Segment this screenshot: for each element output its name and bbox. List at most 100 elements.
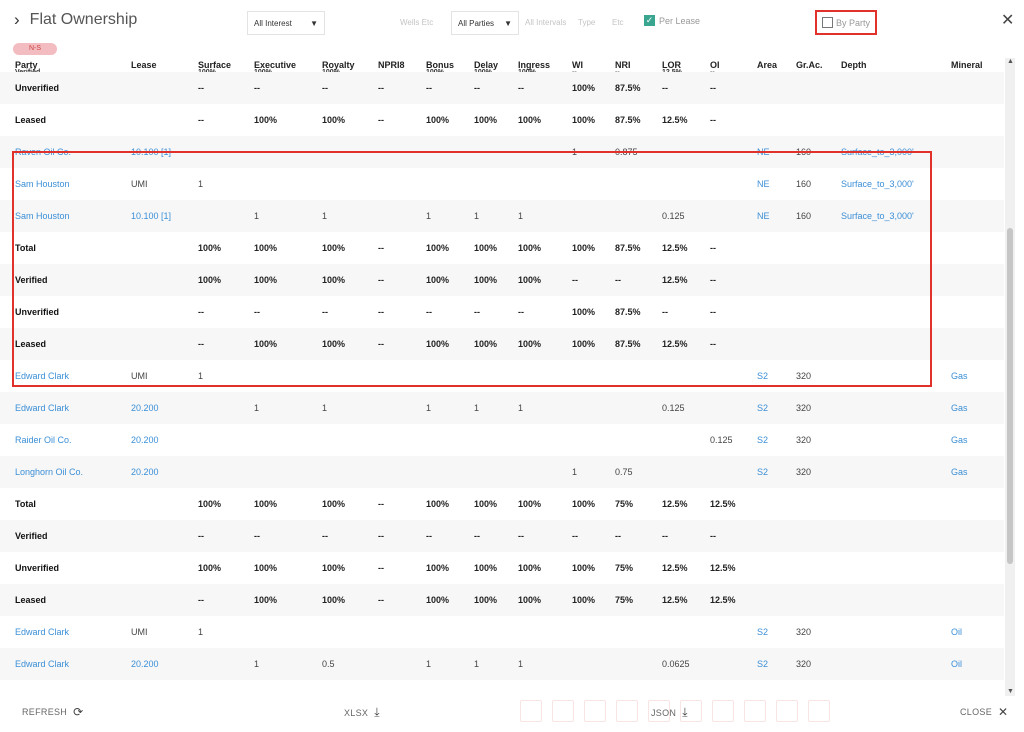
surface-cell: 100% (198, 275, 222, 285)
interest-select[interactable]: All Interest ▼ (247, 11, 325, 35)
wi-cell: 100% (572, 339, 596, 349)
area-cell[interactable]: S2 (757, 360, 768, 392)
nri-cell: 75% (615, 499, 634, 509)
column-header-area[interactable]: Area (757, 60, 777, 72)
area-cell[interactable]: S2 (757, 424, 768, 456)
party-cell[interactable]: Edward Clark (15, 616, 69, 648)
party-cell[interactable]: Edward Clark (15, 648, 69, 680)
gr-ac-cell: 320 (796, 435, 812, 445)
lease-cell[interactable]: 20.200 (131, 424, 159, 456)
party-cell[interactable]: Edward Clark (15, 360, 69, 392)
oi-cell: 12.5% (710, 563, 736, 573)
summary-row: Leased -- 100% 100% -- 100% 100% 100% 100% 87.5% 1… (0, 328, 1004, 360)
area-cell[interactable]: NE (757, 136, 770, 168)
summary-row: Leased -- 100% 100% -- 100% 100% 100% 100% 75% 12.… (0, 584, 1004, 616)
bonus-cell: 100% (426, 275, 450, 285)
mineral-cell[interactable]: Gas (951, 456, 968, 488)
party-cell[interactable]: Sam Houston (15, 168, 70, 200)
column-header-depth[interactable]: Depth (841, 60, 867, 72)
by-party-toggle[interactable]: By Party (815, 10, 877, 35)
lease-cell[interactable]: 10.100 [1] (131, 200, 171, 232)
checkbox-unchecked-icon[interactable] (822, 17, 833, 28)
lease-cell[interactable]: 10.100 [1] (131, 136, 171, 168)
checkbox-checked-icon[interactable]: ✓ (644, 15, 655, 26)
depth-cell[interactable]: Surface_to_3,000' (841, 200, 914, 232)
column-header-bonus[interactable]: Bonus100% (426, 60, 454, 72)
area-cell[interactable]: NE (757, 200, 770, 232)
lease-cell[interactable]: 20.200 (131, 456, 159, 488)
royalty-cell: 1 (322, 403, 328, 413)
column-header-wi[interactable]: WI-- (572, 60, 583, 72)
oi-cell: 12.5% (710, 595, 736, 605)
ingress-cell: 1 (518, 403, 524, 413)
delay-cell: 100% (474, 275, 498, 285)
area-cell[interactable]: S2 (757, 648, 768, 680)
scrollbar-thumb[interactable] (1007, 228, 1013, 564)
json-button[interactable]: JSON ⤓ (651, 705, 688, 720)
column-header-delay[interactable]: Delay100% (474, 60, 498, 72)
ingress-cell: -- (518, 83, 524, 93)
lor-cell: -- (662, 83, 668, 93)
mineral-cell[interactable]: Gas (951, 424, 968, 456)
nri-cell: -- (615, 531, 621, 541)
party-cell[interactable]: Sam Houston (15, 200, 70, 232)
column-header-party[interactable]: PartyVerified (15, 60, 40, 72)
column-header-nri[interactable]: NRI-- (615, 60, 631, 72)
column-header-surface[interactable]: Surface100% (198, 60, 231, 72)
area-cell[interactable]: S2 (757, 616, 768, 648)
lor-cell: 12.5% (662, 243, 688, 253)
depth-cell[interactable]: Surface_to_3,000' (841, 168, 914, 200)
chevron-right-icon[interactable]: › (14, 10, 20, 30)
lease-cell[interactable]: 20.200 (131, 648, 159, 680)
close-icon[interactable]: ✕ (1001, 10, 1014, 30)
scroll-down-icon[interactable]: ▼ (1007, 688, 1014, 695)
json-label: JSON (651, 707, 677, 718)
column-header-lor[interactable]: LOR12.5% (662, 60, 682, 72)
executive-cell: 100% (254, 243, 278, 253)
title-group: › Flat Ownership (14, 10, 137, 30)
bonus-cell: 1 (426, 659, 432, 669)
column-header-oi[interactable]: OI-- (710, 60, 720, 72)
column-header-lease[interactable]: Lease (131, 60, 157, 72)
refresh-button[interactable]: REFRESH ⟳ (22, 705, 83, 719)
parties-select[interactable]: All Parties ▼ (451, 11, 519, 35)
mineral-cell[interactable]: Gas (951, 392, 968, 424)
column-header-label: Depth (841, 60, 867, 70)
close-label: CLOSE (960, 707, 993, 717)
xlsx-button[interactable]: XLSX ⤓ (344, 705, 380, 720)
delay-cell: -- (474, 307, 480, 317)
area-cell[interactable]: S2 (757, 392, 768, 424)
close-button[interactable]: CLOSE ✕ (960, 705, 1008, 719)
by-party-label: By Party (836, 17, 871, 28)
column-header-npri8[interactable]: NPRI8 (378, 60, 405, 72)
area-cell[interactable]: S2 (757, 456, 768, 488)
party-cell[interactable]: Longhorn Oil Co. (15, 456, 83, 488)
party-cell[interactable]: Raider Oil Co. (15, 424, 72, 456)
depth-cell[interactable]: Surface_to_3,000' (841, 136, 914, 168)
per-lease-toggle[interactable]: ✓ Per Lease (644, 15, 700, 26)
close-icon: ✕ (998, 705, 1009, 719)
column-header-gr-ac[interactable]: Gr.Ac. (796, 60, 823, 72)
scroll-up-icon[interactable]: ▲ (1007, 58, 1014, 65)
mineral-cell[interactable]: Oil (951, 616, 962, 648)
surface-cell: -- (198, 339, 204, 349)
party-cell[interactable]: Edward Clark (15, 392, 69, 424)
mineral-cell[interactable]: Oil (951, 648, 962, 680)
column-header-label: Gr.Ac. (796, 60, 823, 70)
oi-cell: 12.5% (710, 499, 736, 509)
column-header-executive[interactable]: Executive100% (254, 60, 296, 72)
lease-cell[interactable]: 20.200 (131, 392, 159, 424)
column-header-ingress[interactable]: Ingress100% (518, 60, 550, 72)
executive-cell: 100% (254, 115, 278, 125)
delay-cell: -- (474, 83, 480, 93)
column-header-royalty[interactable]: Royalty100% (322, 60, 355, 72)
delay-cell: 100% (474, 115, 498, 125)
npri8-cell: -- (378, 115, 384, 125)
party-cell[interactable]: Raven Oil Co. (15, 136, 71, 168)
parties-select-value: All Parties (458, 18, 495, 28)
nri-cell: 0.875 (615, 147, 638, 157)
royalty-cell: 100% (322, 243, 346, 253)
area-cell[interactable]: NE (757, 168, 770, 200)
mineral-cell[interactable]: Gas (951, 360, 968, 392)
column-header-mineral[interactable]: Mineral (951, 60, 983, 72)
